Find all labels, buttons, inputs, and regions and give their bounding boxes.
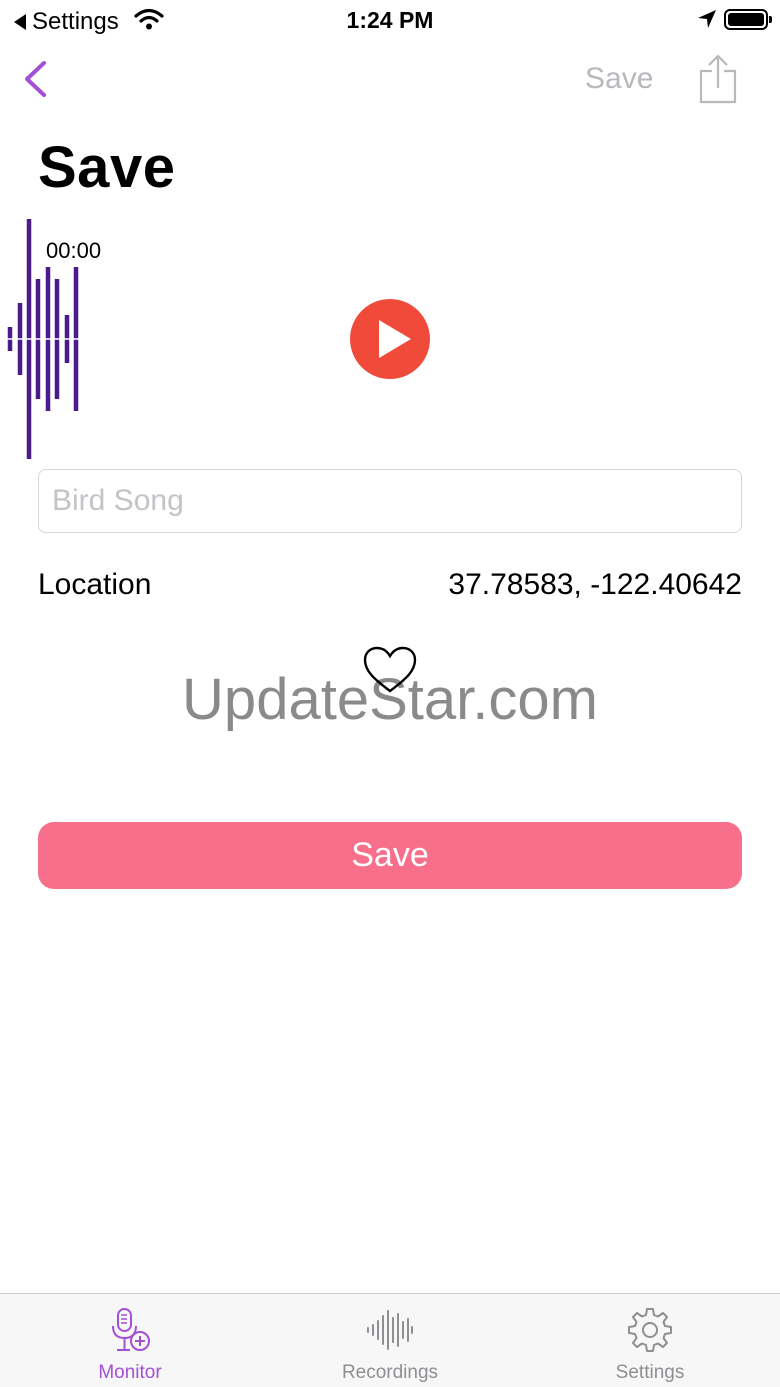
tab-monitor[interactable]: Monitor xyxy=(0,1294,260,1387)
page-title: Save xyxy=(38,135,176,200)
tab-settings-label: Settings xyxy=(615,1362,685,1383)
status-time: 1:24 PM xyxy=(346,7,434,33)
location-label: Location xyxy=(38,568,152,601)
share-icon[interactable] xyxy=(698,54,738,104)
tab-recordings[interactable]: Recordings xyxy=(260,1294,520,1387)
play-icon xyxy=(379,320,411,358)
battery-icon xyxy=(724,9,772,30)
heart-icon[interactable] xyxy=(362,645,418,695)
back-chevron-icon[interactable] xyxy=(22,60,48,98)
tab-settings[interactable]: Settings xyxy=(520,1294,780,1387)
mic-plus-icon xyxy=(112,1308,150,1351)
status-bar: Settings 1:24 PM xyxy=(0,0,780,40)
waveform-icon xyxy=(367,1310,413,1350)
tab-monitor-label: Monitor xyxy=(98,1362,162,1383)
playback-time: 00:00 xyxy=(46,238,102,263)
gear-icon xyxy=(628,1308,672,1352)
location-arrow-icon xyxy=(698,10,716,28)
play-button[interactable] xyxy=(350,299,430,379)
tab-recordings-label: Recordings xyxy=(341,1362,439,1383)
tab-bar: Monitor Recordings Settings xyxy=(0,1293,780,1387)
recording-name-input[interactable] xyxy=(38,469,742,533)
save-button[interactable]: Save xyxy=(38,822,742,889)
location-value: 37.78583, -122.40642 xyxy=(448,568,742,601)
nav-save-button[interactable]: Save xyxy=(585,62,653,96)
